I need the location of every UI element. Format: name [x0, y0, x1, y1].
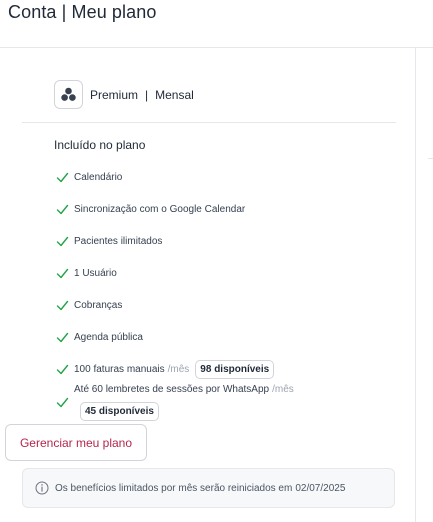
feature-label: Cobranças — [74, 300, 123, 311]
plan-name: Premium — [90, 87, 139, 102]
feature-label: 1 Usuário — [74, 268, 117, 279]
feature-per-month: /mês — [167, 364, 190, 375]
feature-item: 100 faturas manuais /mês 98 disponíveis — [56, 360, 275, 379]
feature-item: Cobranças — [56, 299, 122, 312]
header-divider — [0, 47, 433, 48]
plan-divider — [22, 122, 396, 123]
feature-label: Pacientes ilimitados — [74, 236, 163, 247]
manage-plan-button[interactable]: Gerenciar meu plano — [5, 424, 147, 461]
feature-item: Pacientes ilimitados — [56, 235, 162, 248]
plan-separator: | — [145, 87, 149, 102]
feature-label: Calendário — [74, 172, 123, 183]
reset-notice: Os benefícios limitados por mês serão re… — [22, 468, 395, 508]
check-icon — [56, 397, 69, 408]
info-icon — [35, 481, 49, 495]
feature-label: 100 faturas manuais — [74, 364, 165, 375]
feature-item: Sincronização com o Google Calendar — [56, 203, 245, 216]
feature-label: Até 60 lembretes de sessões por WhatsApp — [74, 384, 270, 395]
feature-label: Agenda pública — [74, 332, 143, 343]
feature-item: Agenda pública — [56, 331, 143, 344]
plan-period: Mensal — [155, 87, 194, 102]
feature-text: Até 60 lembretes de sessões por WhatsApp… — [74, 384, 294, 395]
feature-badge-wrap: 45 disponíveis — [80, 401, 159, 421]
panel-border-right — [415, 47, 416, 522]
availability-badge: 98 disponíveis — [195, 360, 275, 379]
feature-per-month: /mês — [272, 384, 294, 395]
availability-badge: 45 disponíveis — [80, 402, 159, 421]
check-icon — [56, 236, 69, 247]
panel-border-tick — [428, 158, 433, 159]
check-icon — [56, 300, 69, 311]
check-icon — [56, 268, 69, 279]
notice-text: Os benefícios limitados por mês serão re… — [55, 482, 293, 494]
feature-item: Calendário — [56, 171, 122, 184]
plan-header: Premium | Mensal — [54, 80, 194, 109]
check-icon — [56, 364, 69, 375]
feature-item — [56, 396, 74, 409]
check-icon — [56, 172, 69, 183]
notice-date: 02/07/2025 — [295, 482, 346, 494]
included-title: Incluído no plano — [54, 138, 146, 152]
feature-label: Sincronização com o Google Calendar — [74, 204, 246, 215]
check-icon — [56, 332, 69, 343]
plan-nodes-icon — [54, 80, 83, 109]
page-title: Conta | Meu plano — [8, 2, 157, 22]
feature-item: 1 Usuário — [56, 267, 117, 280]
check-icon — [56, 204, 69, 215]
